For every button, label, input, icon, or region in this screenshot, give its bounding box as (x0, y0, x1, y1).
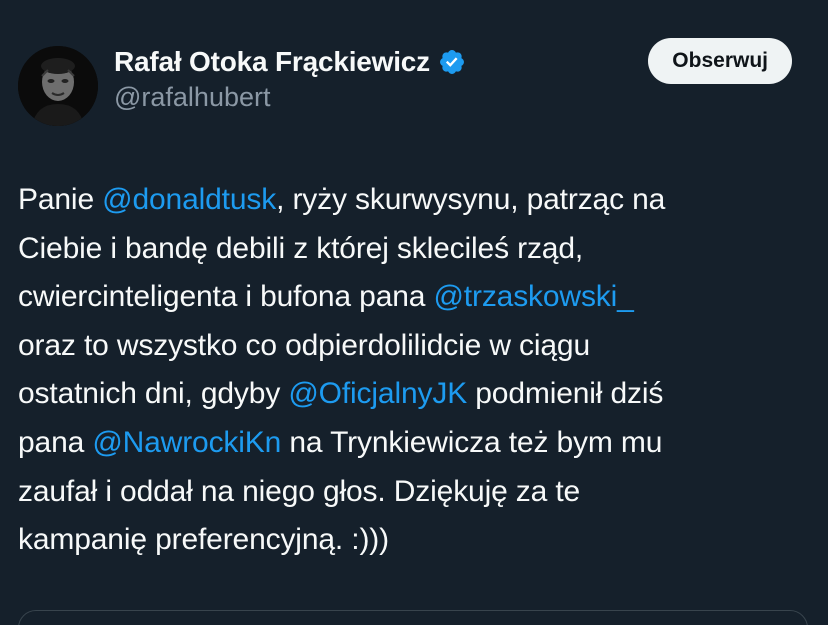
tweet-text-segment: cwiercinteligenta i bufona pana (18, 280, 434, 314)
tweet-text-segment: pana (18, 425, 93, 459)
tweet-text-segment: podmienił dziś (467, 377, 664, 411)
author-handle[interactable]: @rafalhubert (114, 82, 466, 113)
tweet-line-3: cwiercinteligenta i bufona pana @trzasko… (18, 273, 818, 322)
verified-badge-icon[interactable] (438, 48, 466, 76)
tweet-text-segment: oraz to wszystko co odpierdolilidcie w c… (18, 328, 590, 362)
tweet-text-segment: ostatnich dni, gdyby (18, 377, 289, 411)
tweet-header: Rafał Otoka Frąckiewicz @rafalhubert Obs… (18, 38, 808, 128)
quoted-card[interactable] (18, 610, 808, 625)
tweet-text-segment: na Trynkiewicza też bym mu (281, 425, 663, 459)
tweet-text-segment: Ciebie i bandę debili z której sklecileś… (18, 231, 584, 265)
tweet-line-4: oraz to wszystko co odpierdolilidcie w c… (18, 322, 818, 371)
mention-link-donaldtusk[interactable]: @donaldtusk (102, 183, 276, 216)
mention-link-trzaskowski[interactable]: @trzaskowski_ (433, 280, 633, 313)
tweet-line-6: pana @NawrockiKn na Trynkiewicza też bym… (18, 419, 818, 468)
tweet-line-7: zaufał i oddał na niego głos. Dziękuję z… (18, 468, 818, 517)
tweet-line-2: Ciebie i bandę debili z której sklecileś… (18, 225, 818, 274)
tweet-text-segment: zaufał i oddał na niego głos. Dziękuję z… (18, 474, 581, 508)
tweet-text-segment: , ryży skurwysynu, patrząc na (276, 183, 666, 216)
tweet-line-1: Panie @donaldtusk, ryży skurwysynu, patr… (18, 176, 818, 225)
avatar[interactable] (18, 46, 98, 126)
tweet-line-8: kampanię preferencyjną. :))) (18, 516, 818, 565)
author-display-name[interactable]: Rafał Otoka Frąckiewicz (114, 46, 430, 78)
follow-button[interactable]: Obserwuj (648, 38, 792, 84)
mention-link-nawrockikn[interactable]: @NawrockiKn (92, 426, 281, 459)
name-row: Rafał Otoka Frąckiewicz (114, 44, 466, 80)
author-info: Rafał Otoka Frąckiewicz @rafalhubert (114, 44, 466, 113)
tweet-text-segment: Panie (18, 183, 103, 216)
tweet-line-5: ostatnich dni, gdyby @OficjalnyJK podmie… (18, 370, 818, 419)
mention-link-oficjalnyjk[interactable]: @OficjalnyJK (288, 377, 467, 410)
tweet-text-segment: kampanię preferencyjną. :))) (18, 523, 389, 557)
tweet-text: Panie @donaldtusk, ryży skurwysynu, patr… (18, 176, 818, 565)
profile-photo-icon (18, 46, 98, 126)
